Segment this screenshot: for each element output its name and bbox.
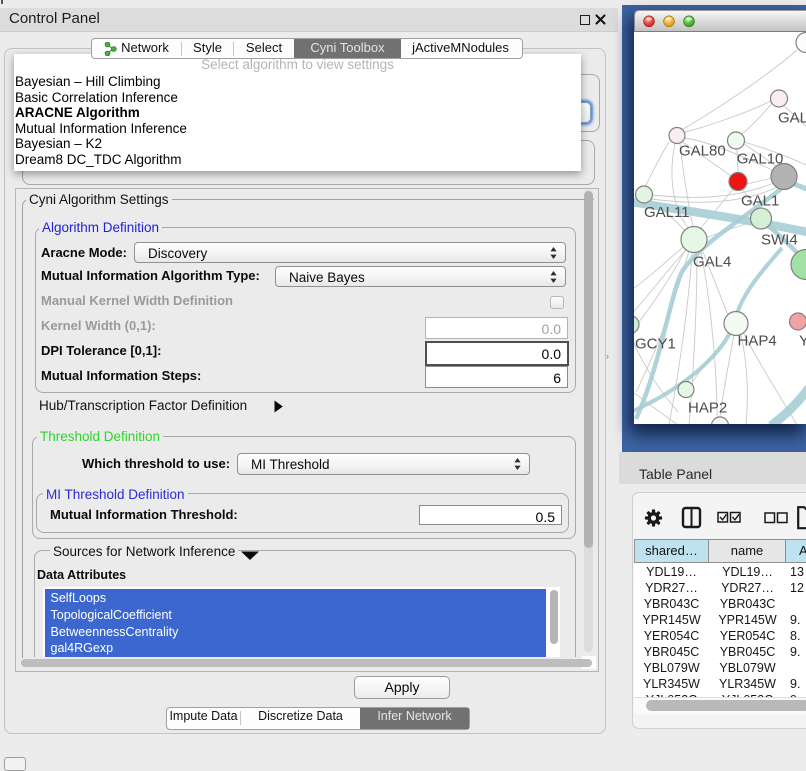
svg-text:GAL80: GAL80 [679,142,726,159]
svg-text:GCY1: GCY1 [635,335,676,352]
svg-text:GAL11: GAL11 [644,204,690,221]
svg-text:Y: Y [799,332,806,349]
svg-text:GAL7: GAL7 [778,109,806,126]
svg-text:GAL4: GAL4 [693,253,731,270]
svg-text:GAL10: GAL10 [737,150,784,167]
svg-text:HAP2: HAP2 [688,399,727,416]
svg-text:SWI4: SWI4 [761,231,798,248]
svg-text:GAL1: GAL1 [741,192,779,209]
svg-text:HAP4: HAP4 [738,332,777,349]
